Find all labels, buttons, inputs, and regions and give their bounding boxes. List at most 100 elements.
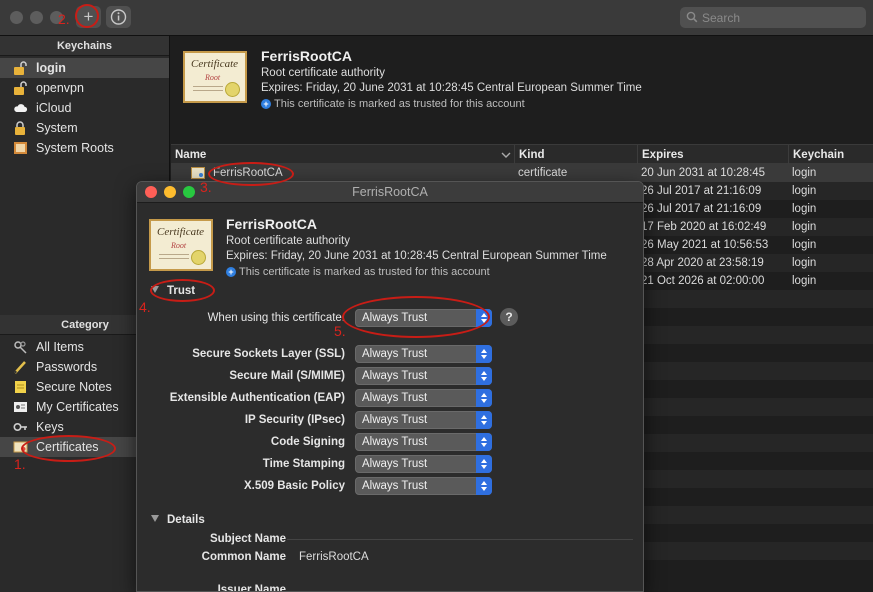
dialog-certificate-image: Certificate Root [149,219,213,271]
dialog-zoom-button[interactable] [183,186,195,198]
search-field[interactable] [680,7,866,28]
help-button[interactable]: ? [500,308,518,326]
divider [287,539,633,540]
common-name-label: Common Name [201,551,286,563]
policy-label-code-signing: Code Signing [270,436,345,448]
dialog-trust-status: + This certificate is marked as trusted f… [226,266,490,278]
policy-select-ipsec[interactable]: Always Trust [355,411,492,429]
select-value: Always Trust [362,458,428,470]
cell-expires: 28 Apr 2020 at 23:58:19 [641,257,764,269]
cell-keychain: login [792,257,817,269]
policy-label-time-stamping: Time Stamping [262,458,345,470]
annotation-ring-row [208,162,294,186]
keychain-item-openvpn[interactable]: openvpn [0,78,169,98]
category-label: Keys [36,420,64,434]
policy-select-time-stamping[interactable]: Always Trust [355,455,492,473]
category-label: All Items [36,340,84,354]
column-header-name[interactable]: Name [171,145,514,165]
minimize-button[interactable] [30,11,43,24]
info-button[interactable] [106,6,131,28]
dialog-certificate-expires: Expires: Friday, 20 June 2031 at 10:28:4… [226,250,607,262]
certificate-row-icon [191,167,205,179]
annotation-ring-trust [150,279,215,302]
window-toolbar: + [0,0,873,36]
select-arrows-icon [476,345,492,363]
keychains-header: Keychains [0,36,169,56]
annotation-ring-when-using [342,296,490,338]
policy-label-ssl: Secure Sockets Layer (SSL) [192,348,345,360]
search-input[interactable] [702,9,857,26]
details-disclosure[interactable]: Details [151,514,205,526]
trusted-plus-icon: + [226,267,236,277]
cell-keychain: login [792,221,817,233]
select-arrows-icon [476,433,492,451]
dialog-certificate-name: FerrisRootCA [226,216,318,232]
keychain-item-system-roots[interactable]: System Roots [0,138,169,158]
select-value: Always Trust [362,480,428,492]
cell-keychain: login [792,239,817,251]
dialog-minimize-button[interactable] [164,186,176,198]
select-arrows-icon [476,411,492,429]
cell-expires: 26 Jul 2017 at 21:16:09 [641,203,762,215]
cell-expires: 21 Oct 2026 at 02:00:00 [641,275,765,287]
policy-select-smime[interactable]: Always Trust [355,367,492,385]
all-items-icon [14,341,27,354]
key-icon [13,422,27,432]
cabinet-icon [14,142,27,154]
close-button[interactable] [10,11,23,24]
details-section-label: Details [167,514,205,526]
seal-icon [225,82,240,97]
select-value: Always Trust [362,414,428,426]
keychain-label: iCloud [36,101,72,115]
info-icon [110,9,127,25]
trusted-plus-icon: + [261,99,271,109]
select-arrows-icon [476,455,492,473]
select-value: Always Trust [362,436,428,448]
certificate-expires: Expires: Friday, 20 June 2031 at 10:28:4… [261,82,642,94]
search-icon [686,11,698,23]
keychain-label: openvpn [36,81,84,95]
cell-keychain: login [792,185,817,197]
certificate-image: Certificate Root [183,51,247,103]
cell-expires: 26 May 2021 at 10:56:53 [641,239,769,251]
cell-keychain: login [792,275,817,287]
dialog-titlebar: FerrisRootCA [137,182,643,203]
note-icon [15,381,26,393]
keychain-item-login[interactable]: login [0,58,169,78]
annotation-step-1: 1. [14,456,26,472]
certificate-kind: Root certificate authority [261,67,386,79]
dialog-certificate-kind: Root certificate authority [226,235,351,247]
policy-select-x509[interactable]: Always Trust [355,477,492,495]
policy-select-ssl[interactable]: Always Trust [355,345,492,363]
policy-label-x509: X.509 Basic Policy [243,480,345,492]
certificate-image-subtitle: Root [171,241,187,250]
certificate-image-subtitle: Root [205,73,221,82]
lock-icon [15,121,25,135]
dialog-close-button[interactable] [145,186,157,198]
policy-select-eap[interactable]: Always Trust [355,389,492,407]
select-arrows-icon [476,367,492,385]
column-header-kind[interactable]: Kind [514,145,637,165]
certificate-trust-status: + This certificate is marked as trusted f… [261,98,525,110]
chevron-down-icon[interactable] [501,152,511,159]
select-value: Always Trust [362,370,428,382]
subject-name-label: Subject Name [209,533,286,545]
keychain-item-system[interactable]: System [0,118,169,138]
trust-status-text: This certificate is marked as trusted fo… [274,98,525,110]
keychain-label: System Roots [36,141,114,155]
cell-keychain: login [792,203,817,215]
when-using-label: When using this certificate: [207,312,345,324]
common-name-value: FerrisRootCA [299,551,369,563]
keychain-label: System [36,121,78,135]
column-header-expires[interactable]: Expires [637,145,788,165]
policy-select-code-signing[interactable]: Always Trust [355,433,492,451]
cell-expires: 20 Jun 2031 at 10:28:45 [641,167,766,179]
lock-open-icon [14,61,27,75]
policy-label-ipsec: IP Security (IPsec) [244,414,345,426]
column-header-keychain[interactable]: Keychain [788,145,873,165]
select-value: Always Trust [362,348,428,360]
keychain-item-icloud[interactable]: iCloud [0,98,169,118]
policy-label-smime: Secure Mail (S/MIME) [229,370,345,382]
category-label: Passwords [36,360,98,374]
certificate-dialog: FerrisRootCA Certificate Root FerrisRoot… [136,181,644,592]
